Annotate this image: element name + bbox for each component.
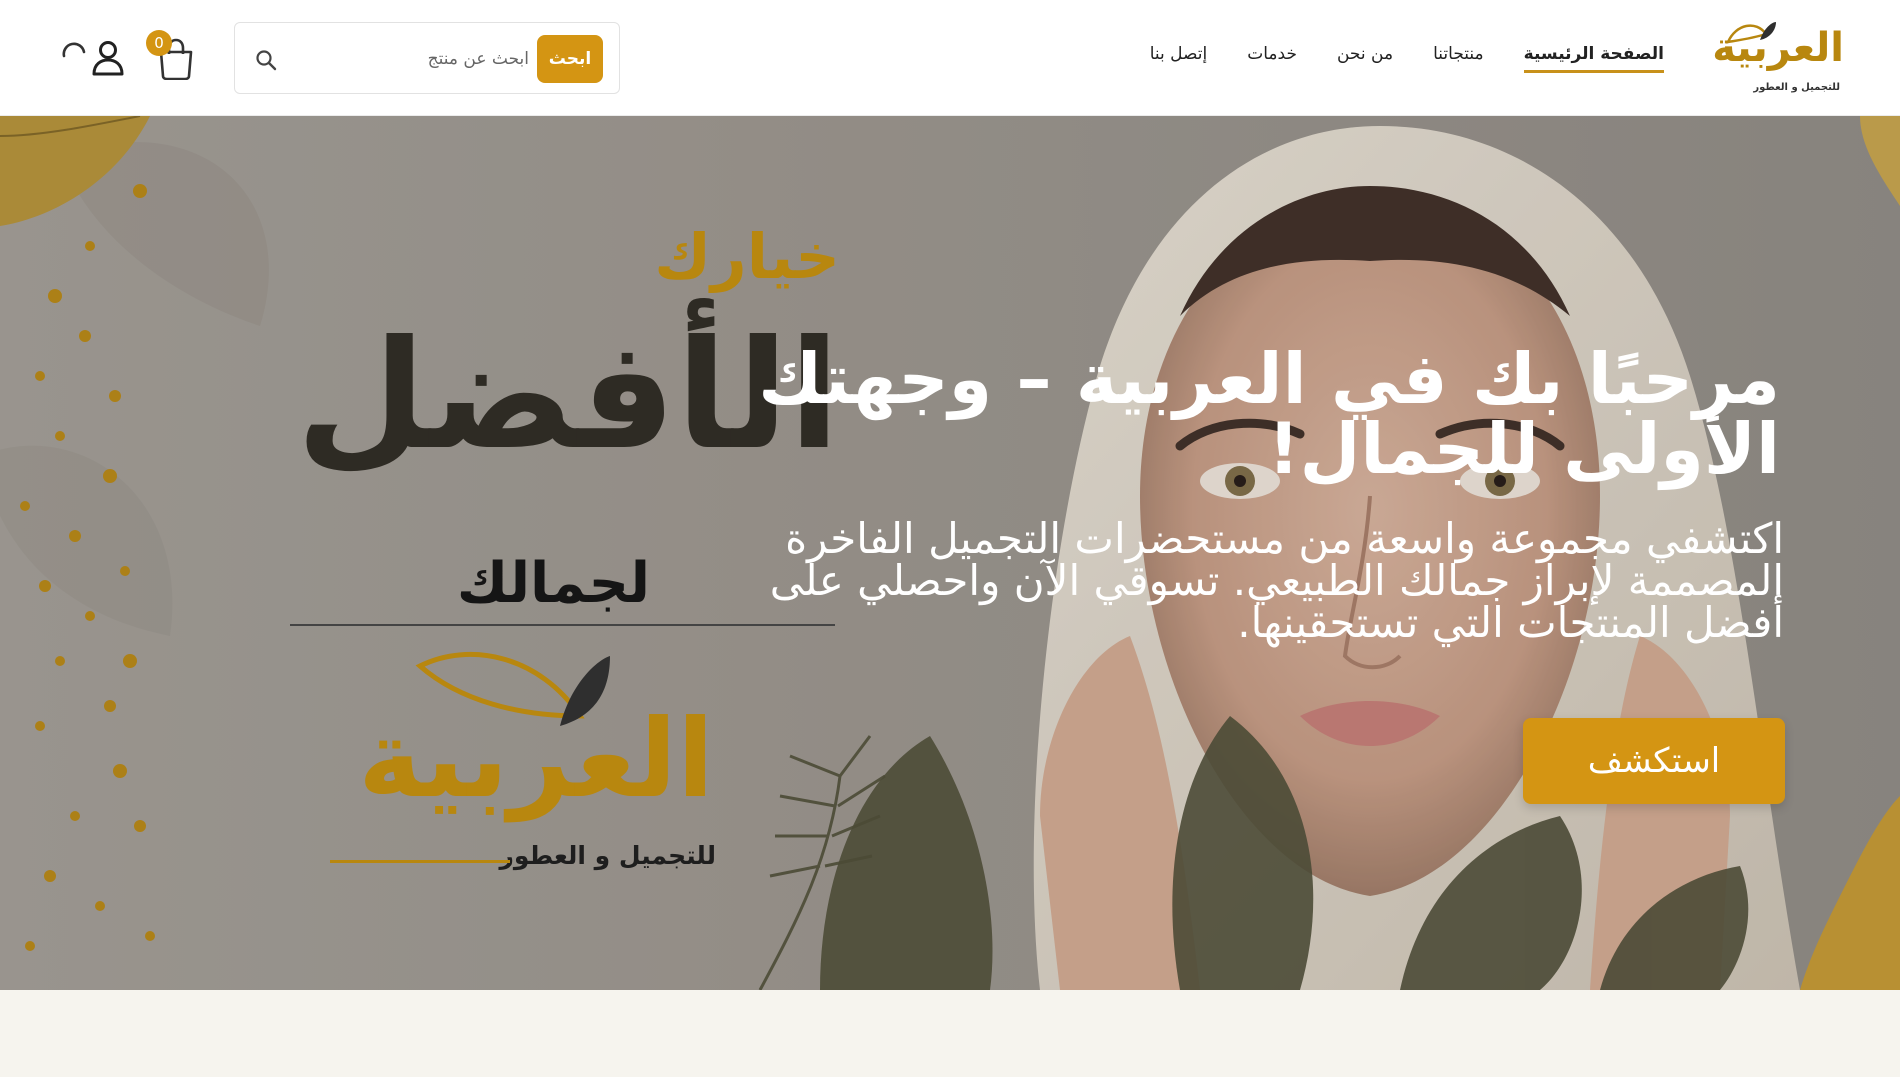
spinner-icon	[62, 42, 86, 58]
user-icon[interactable]	[92, 40, 124, 76]
page-content-area	[0, 990, 1900, 1077]
search-box: ابحث	[234, 22, 620, 94]
nav-item-services[interactable]: خدمات	[1247, 44, 1297, 73]
hero-banner: خيارك الأفضل لجمالك العربية للتجميل و ال…	[0, 116, 1900, 990]
promo-logo: العربية للتجميل و العطور	[330, 646, 730, 916]
logo-tagline: للتجميل و العطور	[1753, 82, 1840, 93]
promo-tagline-bottom: لجمالك	[456, 551, 650, 616]
promo-tagline-top: خيارك	[654, 220, 840, 293]
promo-logo-tagline: للتجميل و العطور	[499, 841, 716, 870]
hero-description: اكتشفي مجموعة واسعة من مستحضرات التجميل …	[769, 514, 1784, 647]
search-input[interactable]	[329, 39, 529, 79]
nav-item-products[interactable]: منتجاتنا	[1433, 44, 1484, 73]
logo-text: العربية	[1712, 25, 1844, 71]
nav-item-contact[interactable]: إتصل بنا	[1150, 44, 1208, 73]
site-header: العربية للتجميل و العطور الصفحة الرئيسية…	[0, 0, 1900, 116]
site-logo[interactable]: العربية للتجميل و العطور	[1712, 20, 1844, 96]
nav-item-about[interactable]: من نحن	[1337, 44, 1393, 73]
promo-logo-underline	[330, 860, 510, 863]
hero-title: مرحبًا بك في العربية – وجهتك الأولى للجم…	[758, 338, 1780, 490]
promo-logo-text: العربية	[358, 697, 714, 822]
explore-button[interactable]: استكشف	[1523, 718, 1785, 804]
search-button[interactable]: ابحث	[537, 35, 603, 83]
cart-count-badge: 0	[146, 30, 172, 56]
main-nav: الصفحة الرئيسية منتجاتنا من نحن خدمات إت…	[1150, 40, 1664, 76]
nav-item-home[interactable]: الصفحة الرئيسية	[1523, 44, 1664, 73]
search-icon[interactable]	[255, 49, 277, 71]
